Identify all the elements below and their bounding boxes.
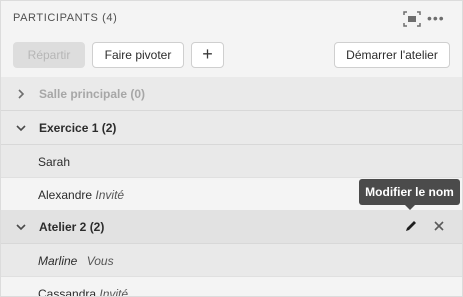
start-workshop-button[interactable]: Démarrer l'atelier [334, 42, 450, 68]
guest-tag: Invité [95, 188, 125, 202]
room-exercice-1[interactable]: Exercice 1 (2) [1, 111, 462, 145]
room-atelier-2[interactable]: Atelier 2 (2) [1, 210, 462, 244]
rotate-button[interactable]: Faire pivoter [92, 42, 184, 68]
participant-name: Marline Vous [38, 254, 114, 268]
participant-name-text: Alexandre [38, 188, 93, 202]
participant-name: Sarah [38, 155, 70, 169]
room-main[interactable]: Salle principale (0) [1, 77, 462, 111]
grid-view-icon[interactable] [403, 11, 421, 27]
room-atelier-2-label: Atelier 2 (2) [39, 220, 105, 234]
room-exercice-1-label: Exercice 1 (2) [39, 121, 117, 135]
toolbar: Répartir Faire pivoter + Démarrer l'atel… [1, 37, 462, 77]
panel-title: PARTICIPANTS (4) [13, 12, 118, 24]
panel-header: PARTICIPANTS (4) ••• [1, 1, 462, 37]
chevron-right-icon[interactable] [15, 88, 27, 100]
add-room-button[interactable]: + [191, 42, 224, 68]
close-icon[interactable] [431, 218, 447, 234]
participant-row[interactable]: Marline Vous [1, 244, 462, 277]
chevron-down-icon[interactable] [15, 221, 27, 233]
rename-tooltip: Modifier le nom [359, 179, 460, 205]
participant-row[interactable]: Sarah [1, 145, 462, 178]
participant-name: Cassandra Invité [38, 287, 129, 297]
participant-name-text: Sarah [38, 155, 71, 169]
tooltip-arrow [404, 204, 416, 210]
room-main-label: Salle principale (0) [39, 87, 146, 101]
participant-name-text: Marline [38, 254, 78, 268]
chevron-down-icon[interactable] [15, 122, 27, 134]
participant-name-text: Cassandra [38, 287, 97, 297]
more-options-icon[interactable]: ••• [427, 9, 453, 27]
repartir-button[interactable]: Répartir [13, 42, 85, 68]
participant-row[interactable]: Cassandra Invité [1, 277, 462, 297]
pencil-icon[interactable] [403, 218, 419, 234]
guest-tag: Invité [99, 287, 129, 297]
you-tag: Vous [86, 254, 114, 268]
participant-name: Alexandre Invité [38, 188, 124, 202]
participants-panel: PARTICIPANTS (4) ••• Répartir Faire pivo… [0, 0, 463, 297]
